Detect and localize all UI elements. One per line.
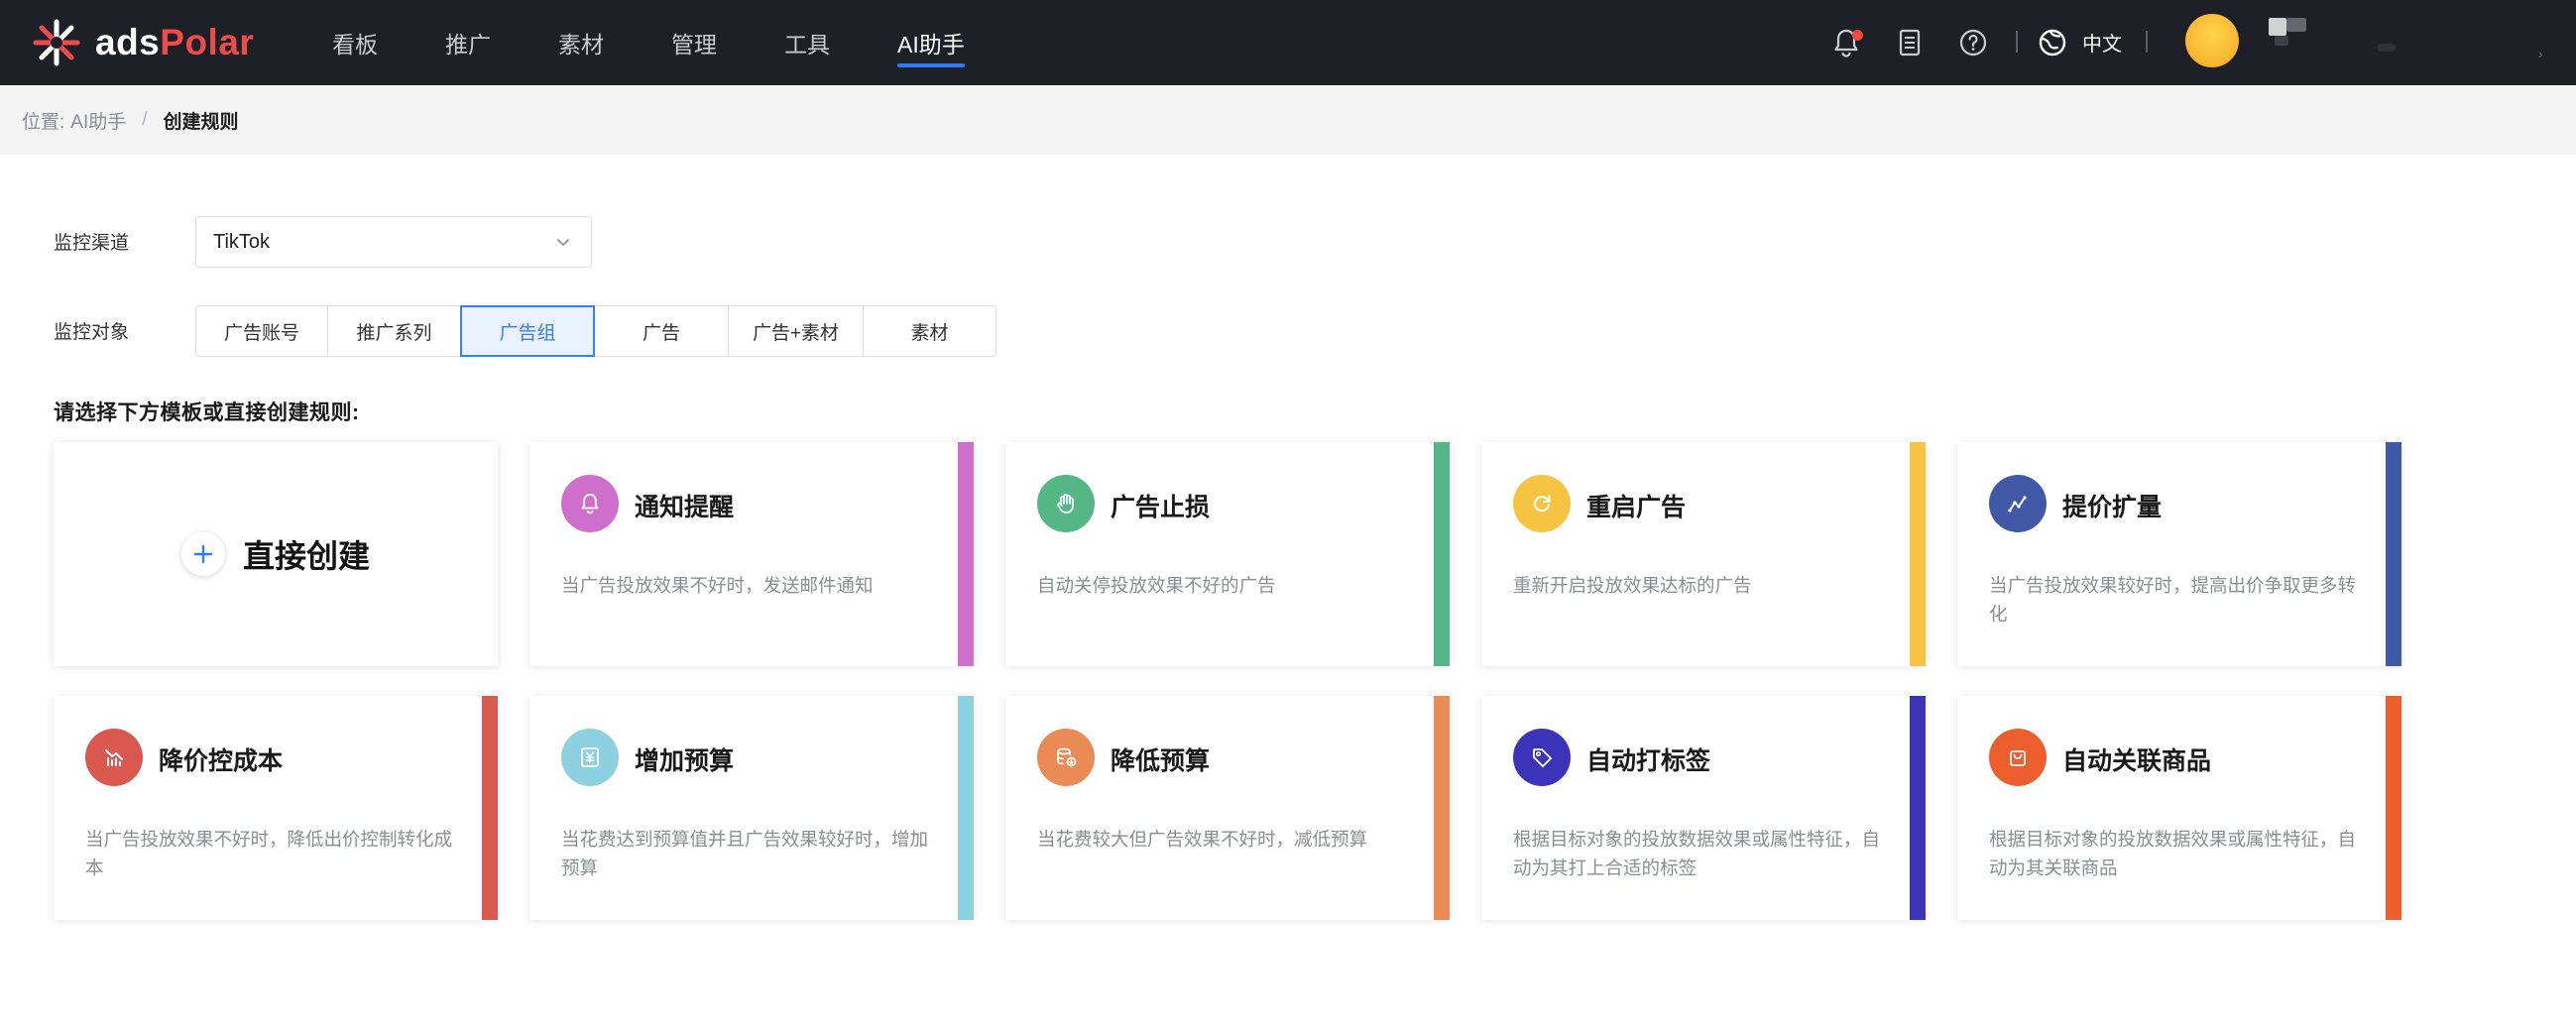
template-card-auto-tag[interactable]: 自动打标签 根据目标对象的投放数据效果或属性特征，自动为其打上合适的标签 [1481, 696, 1926, 920]
template-description: 当花费较大但广告效果不好时，减低预算 [1037, 829, 1368, 850]
hand-stop-icon [1037, 475, 1095, 532]
channel-label: 监控渠道 [54, 233, 130, 254]
adspolar-logo[interactable]: adsPolar [32, 14, 254, 71]
header-divider [2016, 31, 2018, 53]
channel-select[interactable]: TikTok [195, 216, 592, 268]
breadcrumb-current: 创建规则 [163, 111, 239, 133]
template-card-lower-bid[interactable]: 降价控成本 当广告投放效果不好时，降低出价控制转化成本 [54, 696, 498, 920]
language-switch-icon-button[interactable] [2031, 21, 2074, 64]
chevron-icon[interactable]: › [2538, 46, 2543, 61]
nav-item-tools[interactable]: 工具 [784, 0, 830, 85]
template-description: 根据目标对象的投放数据效果或属性特征，自动为其打上合适的标签 [1513, 829, 1881, 878]
target-option-ad-group[interactable]: 广告组 [460, 305, 595, 357]
target-option-ad[interactable]: 广告 [594, 305, 729, 357]
card-accent-stripe [2386, 442, 2401, 666]
template-title: 提价扩量 [2062, 494, 2163, 521]
template-card-decrease-budget[interactable]: 降低预算 当花费较大但广告效果不好时，减低预算 [1005, 696, 1450, 920]
card-accent-stripe [958, 696, 974, 920]
trend-up-icon [1989, 475, 2047, 532]
logo-text-polar: Polar [160, 22, 255, 62]
channel-select-value: TikTok [213, 230, 271, 253]
template-card-auto-link-product[interactable]: 自动关联商品 根据目标对象的投放数据效果或属性特征，自动为其关联商品 [1957, 696, 2401, 920]
logo-text: adsPolar [95, 22, 254, 63]
template-card-stop-loss[interactable]: 广告止损 自动关停投放效果不好的广告 [1005, 442, 1450, 666]
notification-button[interactable] [1824, 21, 1868, 64]
help-button[interactable] [1951, 21, 1995, 64]
budget-plus-icon [561, 729, 619, 786]
breadcrumb-prefix: 位置: [22, 111, 65, 133]
template-title: 增加预算 [635, 747, 735, 775]
nav-item-manage[interactable]: 管理 [671, 0, 717, 85]
template-title: 降低预算 [1111, 747, 1211, 775]
target-option-creative[interactable]: 素材 [863, 305, 996, 357]
target-option-campaign[interactable]: 推广系列 [327, 305, 461, 357]
template-description: 重新开启投放效果达标的广告 [1513, 575, 1752, 596]
budget-down-icon [1037, 729, 1095, 786]
template-title: 重启广告 [1586, 494, 1687, 521]
template-description: 当广告投放效果不好时，发送邮件通知 [561, 575, 874, 596]
nav-item-dashboard[interactable]: 看板 [332, 0, 378, 85]
user-avatar[interactable] [2185, 14, 2239, 67]
breadcrumb-link-ai-assistant[interactable]: AI助手 [70, 107, 126, 134]
breadcrumb: 位置: AI助手 / 创建规则 [0, 85, 2576, 155]
target-option-ad-creative[interactable]: 广告+素材 [728, 305, 864, 357]
template-description: 当广告投放效果不好时，降低出价控制转化成本 [85, 829, 453, 878]
card-accent-stripe [958, 442, 974, 666]
card-accent-stripe [482, 696, 498, 920]
template-card-increase-budget[interactable]: 增加预算 当花费达到预算值并且广告效果较好时，增加预算 [529, 696, 974, 920]
target-segmented-control: 广告账号 推广系列 广告组 广告 广告+素材 素材 [195, 305, 996, 357]
nav-item-promotion[interactable]: 推广 [445, 0, 491, 85]
help-icon [1959, 29, 1987, 57]
card-accent-stripe [1910, 442, 1926, 666]
breadcrumb-separator: / [142, 109, 148, 130]
document-icon [1899, 29, 1921, 57]
create-rule-label: 直接创建 [242, 538, 370, 574]
language-label[interactable]: 中文 [2082, 28, 2122, 57]
plus-icon [180, 532, 225, 576]
template-description: 当花费达到预算值并且广告效果较好时，增加预算 [561, 829, 929, 878]
create-rule-card[interactable]: 直接创建 [54, 442, 498, 666]
shopping-bag-icon [1989, 729, 2047, 786]
logo-icon [33, 19, 80, 66]
logo-text-ads: ads [95, 22, 161, 62]
template-description: 当广告投放效果较好时，提高出价争取更多转化 [1989, 575, 2357, 625]
header-divider [2146, 31, 2148, 53]
chevron-down-icon [557, 239, 569, 246]
price-down-icon [85, 729, 143, 786]
template-card-restart[interactable]: 重启广告 重新开启投放效果达标的广告 [1481, 442, 1926, 666]
user-name-redacted[interactable] [2269, 18, 2427, 57]
globe-icon [2039, 29, 2066, 57]
target-label: 监控对象 [54, 322, 130, 343]
nav-item-ai-assistant[interactable]: AI助手 [897, 0, 965, 85]
card-accent-stripe [1910, 696, 1926, 920]
template-description: 自动关停投放效果不好的广告 [1037, 575, 1276, 596]
template-card-raise-bid[interactable]: 提价扩量 当广告投放效果较好时，提高出价争取更多转化 [1957, 442, 2401, 666]
template-section-title: 请选择下方模板或直接创建规则: [54, 401, 360, 424]
template-title: 自动关联商品 [2062, 747, 2212, 775]
document-button[interactable] [1888, 21, 1932, 64]
template-card-notify[interactable]: 通知提醒 当广告投放效果不好时，发送邮件通知 [529, 442, 974, 666]
restart-icon [1513, 475, 1571, 532]
template-description: 根据目标对象的投放数据效果或属性特征，自动为其关联商品 [1989, 829, 2357, 878]
target-option-ad-account[interactable]: 广告账号 [195, 305, 328, 357]
nav-item-creative[interactable]: 素材 [558, 0, 604, 85]
card-accent-stripe [1434, 696, 1450, 920]
card-accent-stripe [1434, 442, 1450, 666]
main-nav: 看板 推广 素材 管理 工具 AI助手 [332, 0, 1032, 85]
template-title: 通知提醒 [635, 494, 735, 521]
bell-icon [561, 475, 619, 532]
top-navigation-bar: adsPolar 看板 推广 素材 管理 工具 AI助手 中文 › [0, 0, 2576, 85]
tag-icon [1513, 729, 1571, 786]
card-accent-stripe [2386, 696, 2401, 920]
template-title: 自动打标签 [1586, 747, 1711, 775]
template-title: 降价控成本 [159, 747, 284, 775]
notification-dot [1852, 30, 1863, 41]
template-title: 广告止损 [1111, 494, 1211, 521]
